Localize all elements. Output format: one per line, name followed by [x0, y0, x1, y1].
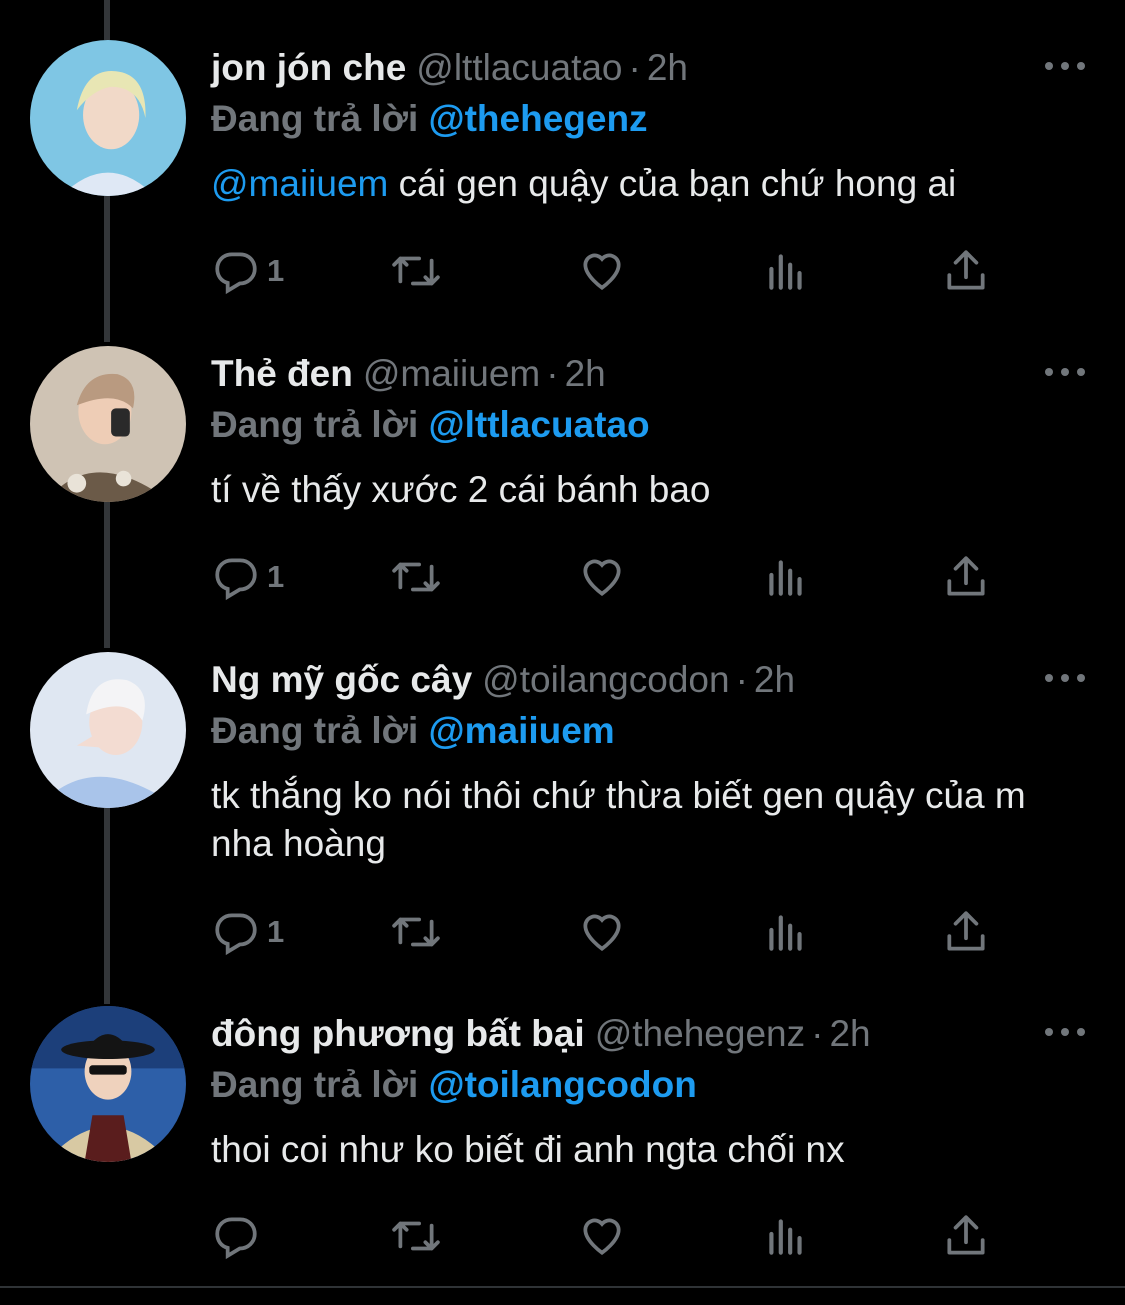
replying-mention[interactable]: @lttlacuatao [429, 404, 650, 445]
retweet-button[interactable] [391, 1208, 441, 1264]
display-name[interactable]: đông phương bất bại [211, 1013, 585, 1054]
tweet-text: tk thắng ko nói thôi chứ thừa biết gen q… [211, 775, 1026, 864]
avatar[interactable] [30, 346, 186, 502]
separator-dot: · [735, 659, 748, 700]
timestamp[interactable]: 2h [647, 47, 688, 88]
reply-count: 1 [267, 559, 285, 594]
share-button[interactable] [941, 1208, 991, 1264]
replying-prefix: Đang trả lời [211, 710, 419, 751]
reply-count: 1 [267, 253, 285, 288]
tweet-text: thoi coi như ko biết đi anh ngta chối nx [211, 1129, 845, 1170]
views-button[interactable] [761, 243, 811, 299]
views-button[interactable] [761, 549, 811, 605]
like-icon [583, 1218, 621, 1255]
tweet-header: Thẻ đen @maiiuem · 2h [211, 352, 606, 396]
replying-to: Đang trả lời @thehegenz [211, 97, 648, 141]
timestamp[interactable]: 2h [565, 353, 606, 394]
views-icon [769, 254, 802, 290]
share-button[interactable] [941, 904, 991, 960]
user-handle[interactable]: @thehegenz [595, 1013, 805, 1054]
more-icon[interactable] [1045, 56, 1085, 76]
tweet-actions: 1 [211, 243, 1011, 299]
reply-icon [215, 913, 257, 956]
replying-prefix: Đang trả lời [211, 404, 419, 445]
reply-button[interactable]: 1 [211, 243, 284, 299]
more-icon[interactable] [1045, 362, 1085, 382]
views-icon [769, 560, 802, 596]
share-icon [947, 556, 985, 596]
like-button[interactable] [577, 904, 627, 960]
separator-dot: · [546, 353, 559, 394]
tweet-header: Ng mỹ gốc cây @toilangcodon · 2h [211, 658, 795, 702]
divider [0, 1286, 1125, 1288]
timestamp[interactable]: 2h [754, 659, 795, 700]
like-button[interactable] [577, 549, 627, 605]
reply-count: 1 [267, 914, 285, 949]
replying-to: Đang trả lời @toilangcodon [211, 1063, 697, 1107]
avatar[interactable] [30, 652, 186, 808]
user-handle[interactable]: @toilangcodon [482, 659, 729, 700]
retweet-icon [392, 256, 440, 286]
share-icon [947, 911, 985, 951]
tweet-actions: 1 [211, 904, 1011, 960]
reply-icon [215, 1217, 257, 1260]
views-button[interactable] [761, 904, 811, 960]
reply-button[interactable]: 1 [211, 549, 284, 605]
more-icon[interactable] [1045, 1022, 1085, 1042]
views-icon [769, 915, 802, 951]
like-button[interactable] [577, 243, 627, 299]
tweet[interactable]: đông phương bất bại @thehegenz · 2h Đang tr… [0, 966, 1125, 1286]
tweet[interactable]: Ng mỹ gốc cây @toilangcodon · 2h Đang trả l… [0, 612, 1125, 968]
like-button[interactable] [577, 1208, 627, 1264]
separator-dot: · [811, 1013, 824, 1054]
reply-button[interactable] [211, 1208, 267, 1264]
share-button[interactable] [941, 549, 991, 605]
user-handle[interactable]: @lttlacuatao [416, 47, 622, 88]
body-mention[interactable]: @maiiuem [211, 163, 388, 204]
retweet-button[interactable] [391, 243, 441, 299]
tweet-header: jon jón che @lttlacuatao · 2h [211, 46, 688, 90]
timestamp[interactable]: 2h [829, 1013, 870, 1054]
retweet-icon [392, 917, 440, 947]
reply-button[interactable]: 1 [211, 904, 284, 960]
user-handle[interactable]: @maiiuem [363, 353, 540, 394]
tweet-text: @maiiuem cái gen quậy của bạn chứ hong a… [211, 160, 1081, 208]
tweet-body: cái gen quậy của bạn chứ hong ai [388, 163, 957, 204]
tweet-text: tí về thấy xước 2 cái bánh bao [211, 469, 711, 510]
replying-to: Đang trả lời @lttlacuatao [211, 403, 650, 447]
replying-to: Đang trả lời @maiiuem [211, 709, 615, 753]
retweet-button[interactable] [391, 904, 441, 960]
reply-icon [215, 252, 257, 295]
retweet-button[interactable] [391, 549, 441, 605]
tweet-header: đông phương bất bại @thehegenz · 2h [211, 1012, 871, 1056]
replying-mention[interactable]: @toilangcodon [429, 1064, 697, 1105]
retweet-icon [392, 1221, 440, 1251]
separator-dot: · [628, 47, 641, 88]
display-name[interactable]: jon jón che [211, 47, 406, 88]
share-button[interactable] [941, 243, 991, 299]
replying-prefix: Đang trả lời [211, 1064, 419, 1105]
tweet-actions: 1 [211, 549, 1011, 605]
views-button[interactable] [761, 1208, 811, 1264]
replying-prefix: Đang trả lời [211, 98, 419, 139]
avatar[interactable] [30, 1006, 186, 1162]
tweet[interactable]: Thẻ đen @maiiuem · 2h Đang trả lời @lttlacu… [0, 306, 1125, 612]
avatar[interactable] [30, 40, 186, 196]
reply-icon [215, 558, 257, 601]
share-icon [947, 250, 985, 290]
like-icon [583, 914, 621, 951]
display-name[interactable]: Thẻ đen [211, 353, 353, 394]
more-icon[interactable] [1045, 668, 1085, 688]
views-icon [769, 1219, 802, 1255]
like-icon [583, 559, 621, 596]
replying-mention[interactable]: @thehegenz [429, 98, 648, 139]
like-icon [583, 253, 621, 290]
replying-mention[interactable]: @maiiuem [429, 710, 615, 751]
share-icon [947, 1215, 985, 1255]
retweet-icon [392, 562, 440, 592]
display-name[interactable]: Ng mỹ gốc cây [211, 659, 472, 700]
tweet-actions [211, 1208, 1011, 1264]
tweet[interactable]: jon jón che @lttlacuatao · 2h Đang trả lời … [0, 0, 1125, 320]
